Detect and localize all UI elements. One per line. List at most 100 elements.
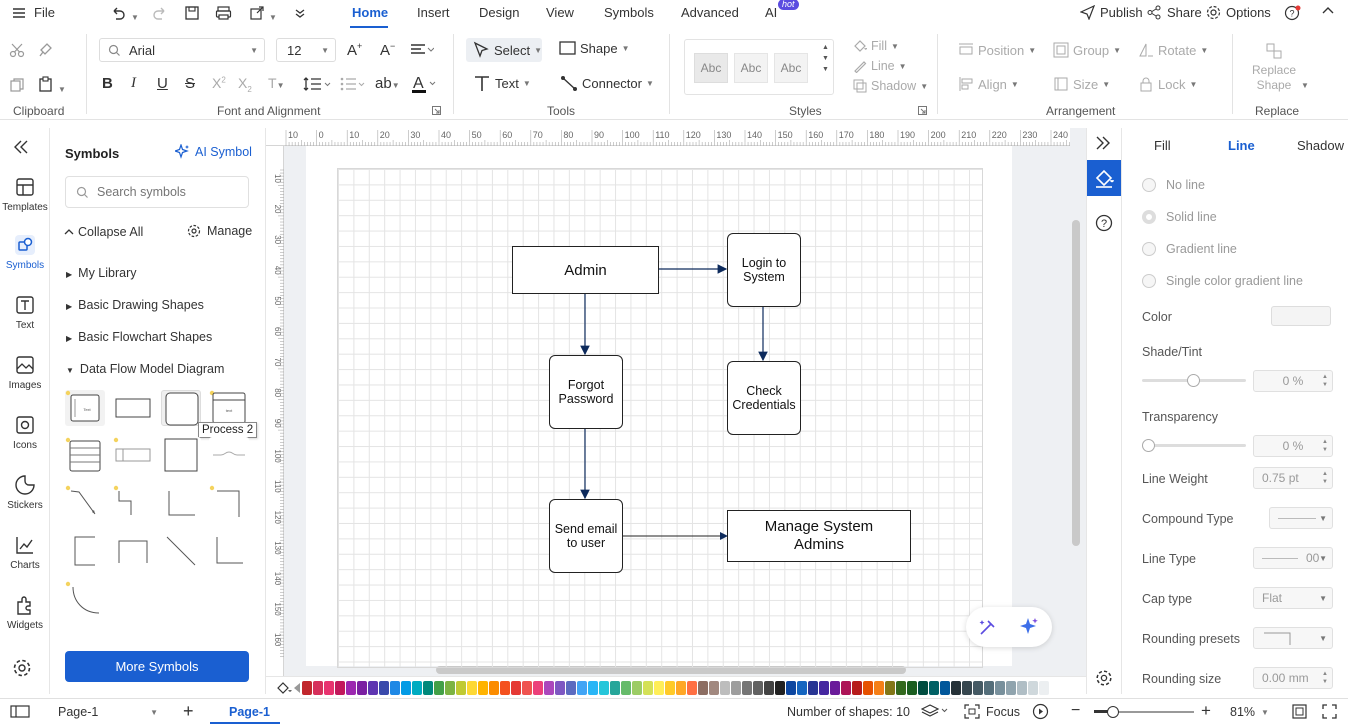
- color-swatch[interactable]: [335, 681, 345, 695]
- color-swatch[interactable]: [951, 681, 961, 695]
- color-swatch[interactable]: [654, 681, 664, 695]
- color-swatch[interactable]: [401, 681, 411, 695]
- cap-type-select[interactable]: Flat ▼: [1253, 587, 1333, 609]
- ai-sparkle-icon[interactable]: [1018, 616, 1040, 638]
- compound-type-select[interactable]: ▼: [1269, 507, 1333, 529]
- color-swatch[interactable]: [566, 681, 576, 695]
- fill-bucket-icon[interactable]: [276, 681, 294, 695]
- color-swatch[interactable]: [830, 681, 840, 695]
- color-swatch[interactable]: [797, 681, 807, 695]
- fullscreen-icon[interactable]: [1322, 704, 1337, 719]
- color-swatch[interactable]: [456, 681, 466, 695]
- panel-settings-gear-icon[interactable]: [1095, 669, 1113, 687]
- tab-fill[interactable]: Fill: [1154, 138, 1171, 153]
- help-circle-icon[interactable]: ?: [1095, 214, 1113, 232]
- color-swatch[interactable]: [731, 681, 741, 695]
- color-swatch[interactable]: [324, 681, 334, 695]
- color-swatch[interactable]: [599, 681, 609, 695]
- expand-panel-icon[interactable]: [1095, 136, 1111, 150]
- line-type-select[interactable]: 00 ▼: [1253, 547, 1333, 569]
- color-swatch[interactable]: [720, 681, 730, 695]
- color-swatch[interactable]: [764, 681, 774, 695]
- color-swatch[interactable]: [621, 681, 631, 695]
- rounding-presets-select[interactable]: ▼: [1253, 627, 1333, 649]
- node-login[interactable]: Login to System: [727, 233, 801, 307]
- transparency-value-field[interactable]: 0 % ▲ ▼: [1253, 435, 1333, 457]
- color-swatch[interactable]: [885, 681, 895, 695]
- color-swatch[interactable]: [357, 681, 367, 695]
- zoom-level-select[interactable]: 81% ▼: [1230, 702, 1278, 722]
- color-swatch[interactable]: [1271, 306, 1331, 326]
- color-swatch[interactable]: [687, 681, 697, 695]
- radio-solid-line[interactable]: Solid line: [1142, 210, 1217, 224]
- color-swatch[interactable]: [665, 681, 675, 695]
- color-swatch[interactable]: [533, 681, 543, 695]
- color-swatch[interactable]: [555, 681, 565, 695]
- color-swatch[interactable]: [962, 681, 972, 695]
- color-swatch[interactable]: [841, 681, 851, 695]
- color-swatch[interactable]: [522, 681, 532, 695]
- transparency-slider-track[interactable]: [1142, 444, 1246, 447]
- color-swatch[interactable]: [786, 681, 796, 695]
- color-swatch[interactable]: [1006, 681, 1016, 695]
- color-swatch[interactable]: [1039, 681, 1049, 695]
- focus-button[interactable]: Focus: [964, 704, 1020, 719]
- color-swatch[interactable]: [632, 681, 642, 695]
- color-swatch[interactable]: [423, 681, 433, 695]
- color-swatch[interactable]: [929, 681, 939, 695]
- tab-line[interactable]: Line: [1228, 138, 1255, 153]
- node-check-credentials[interactable]: Check Credentials: [727, 361, 801, 435]
- color-swatch[interactable]: [434, 681, 444, 695]
- zoom-out-icon[interactable]: −: [1071, 702, 1080, 720]
- color-swatch[interactable]: [918, 681, 928, 695]
- color-swatch[interactable]: [313, 681, 323, 695]
- color-swatch[interactable]: [874, 681, 884, 695]
- node-manage-admins[interactable]: Manage System Admins: [727, 510, 911, 562]
- color-swatch[interactable]: [643, 681, 653, 695]
- play-icon[interactable]: [1032, 703, 1049, 720]
- color-swatch[interactable]: [984, 681, 994, 695]
- ai-draw-icon[interactable]: [978, 617, 998, 637]
- node-send-email[interactable]: Send email to user: [549, 499, 623, 573]
- color-swatch[interactable]: [445, 681, 455, 695]
- color-swatch[interactable]: [808, 681, 818, 695]
- color-swatch[interactable]: [577, 681, 587, 695]
- page-select[interactable]: Page-1 ▼: [50, 702, 166, 722]
- palette-left-arrow-icon[interactable]: [294, 683, 300, 693]
- layers-icon[interactable]: [921, 703, 949, 719]
- color-swatch[interactable]: [489, 681, 499, 695]
- fit-page-icon[interactable]: [1292, 704, 1307, 719]
- color-swatch[interactable]: [775, 681, 785, 695]
- color-swatch[interactable]: [742, 681, 752, 695]
- color-swatch[interactable]: [709, 681, 719, 695]
- radio-single-color-gradient[interactable]: Single color gradient line: [1142, 274, 1303, 288]
- color-swatch[interactable]: [544, 681, 554, 695]
- color-swatch[interactable]: [676, 681, 686, 695]
- color-swatch[interactable]: [973, 681, 983, 695]
- color-swatch[interactable]: [852, 681, 862, 695]
- color-swatch[interactable]: [302, 681, 312, 695]
- color-swatch[interactable]: [368, 681, 378, 695]
- radio-no-line[interactable]: No line: [1142, 178, 1205, 192]
- color-swatch[interactable]: [753, 681, 763, 695]
- node-forgot-password[interactable]: Forgot Password: [549, 355, 623, 429]
- color-swatch[interactable]: [819, 681, 829, 695]
- page-tab[interactable]: Page-1: [210, 699, 280, 724]
- shade-value-field[interactable]: 0 % ▲ ▼: [1253, 370, 1333, 392]
- rounding-size-field[interactable]: 0.00 mm ▲ ▼: [1253, 667, 1333, 689]
- transparency-slider-handle[interactable]: [1142, 439, 1155, 452]
- color-swatch[interactable]: [907, 681, 917, 695]
- color-swatch[interactable]: [940, 681, 950, 695]
- line-weight-field[interactable]: 0.75 pt ▲ ▼: [1253, 467, 1333, 489]
- add-page-icon[interactable]: +: [183, 702, 194, 720]
- color-swatch[interactable]: [390, 681, 400, 695]
- node-admin[interactable]: Admin: [512, 246, 659, 294]
- color-swatch[interactable]: [511, 681, 521, 695]
- color-swatch[interactable]: [1028, 681, 1038, 695]
- color-swatch[interactable]: [346, 681, 356, 695]
- color-swatch[interactable]: [500, 681, 510, 695]
- color-swatch[interactable]: [863, 681, 873, 695]
- color-swatch[interactable]: [478, 681, 488, 695]
- radio-gradient-line[interactable]: Gradient line: [1142, 242, 1237, 256]
- zoom-slider-handle[interactable]: [1107, 706, 1119, 718]
